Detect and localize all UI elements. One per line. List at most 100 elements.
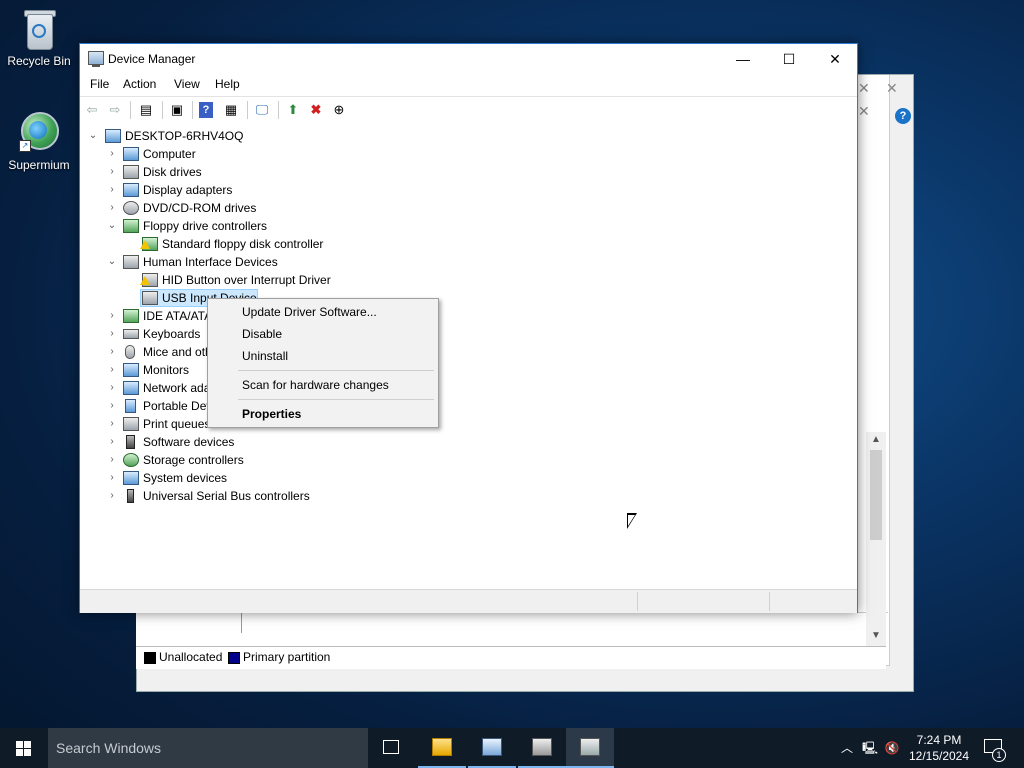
chevron-right-icon[interactable]: › [107,415,117,433]
context-menu-scan-for-hardware-changes[interactable]: Scan for hardware changes [242,378,389,392]
chevron-right-icon[interactable]: › [107,163,117,181]
context-menu-disable[interactable]: Disable [242,327,282,341]
display-adapter-icon [123,183,139,197]
menu-file[interactable]: File [90,77,109,91]
chevron-up-icon[interactable]: ︿ [838,728,856,768]
background-close-icon-inner[interactable]: ✕ [858,103,870,120]
storage-controller-icon [123,453,139,467]
portable-device-icon [125,399,136,413]
context-menu-properties[interactable]: Properties [242,407,301,421]
volume-muted-icon[interactable]: 🔇 [882,728,902,768]
windows-logo-icon [16,741,32,756]
background-close-icon-secondary[interactable]: ✕ [886,80,898,97]
help-icon[interactable]: ? [199,102,213,118]
task-view-icon [383,740,399,754]
scroll-up-icon[interactable]: ▲ [871,434,881,445]
optical-drive-icon [123,201,139,215]
disk-management-icon [532,738,552,756]
action-pane-icon[interactable]: ▦ [222,101,240,119]
scan-hardware-changes-icon[interactable]: 🖵 [253,101,271,119]
show-hide-console-tree-icon[interactable]: ▤ [137,101,155,119]
search-box[interactable]: Search Windows [48,728,368,768]
chevron-right-icon[interactable]: › [107,379,117,397]
clock[interactable]: 7:24 PM 12/15/2024 [900,732,978,764]
chevron-down-icon[interactable]: ⌄ [107,217,117,235]
toolbar: ⇦ ⇨ ▤ ▣ ? ▦ 🖵 ⬆ ✖ ⊕ [80,96,857,124]
ide-controller-icon [123,309,139,323]
menu-separator [238,399,434,400]
monitor-icon [123,363,139,377]
menu-help[interactable]: Help [215,77,240,91]
help-icon[interactable]: ? [895,108,911,124]
chevron-right-icon[interactable]: › [107,145,117,163]
chevron-right-icon[interactable]: › [107,325,117,343]
close-button[interactable]: ✕ [812,44,858,74]
chevron-down-icon[interactable]: ⌄ [88,127,98,145]
tree-root-label: DESKTOP-6RHV4OQ [125,129,244,143]
chevron-down-icon[interactable]: ⌄ [107,253,117,271]
hid-icon [142,291,158,305]
chevron-right-icon[interactable]: › [107,469,117,487]
forward-arrow-icon[interactable]: ⇨ [106,101,124,119]
chevron-right-icon[interactable]: › [107,451,117,469]
chevron-right-icon[interactable]: › [107,397,117,415]
hid-icon [123,255,139,269]
uninstall-device-icon[interactable]: ✖ [307,101,325,119]
taskbar-device-manager[interactable] [566,728,614,768]
chevron-right-icon[interactable]: › [107,433,117,451]
scroll-down-icon[interactable]: ▼ [871,630,881,641]
disk-drive-icon [123,165,139,179]
recycle-bin-icon [19,8,59,50]
task-view-button[interactable] [368,728,416,768]
file-explorer-icon [432,738,452,756]
chevron-right-icon[interactable]: › [107,181,117,199]
scrollbar-thumb[interactable] [870,450,882,540]
taskbar-disk-management[interactable] [518,728,566,768]
menu-action[interactable]: Action [123,77,156,91]
disable-device-icon[interactable]: ⊕ [330,101,348,119]
warning-icon [140,240,150,249]
context-menu-update-driver-software[interactable]: Update Driver Software... [242,305,377,319]
disk-map-scrollbar[interactable]: ▲ ▼ [866,432,886,646]
tree-item-label: Universal Serial Bus controllers [143,489,310,503]
minimize-button[interactable]: — [720,44,766,74]
desktop-icon-supermium[interactable]: ↗ Supermium [4,112,74,172]
tree-item-label: DVD/CD-ROM drives [143,201,257,215]
context-menu: Update Driver Software... Disable Uninst… [207,298,439,428]
update-driver-icon[interactable]: ⬆ [284,101,302,119]
menu-view[interactable]: View [174,77,200,91]
tree-item-label: Print queues [143,417,211,431]
desktop-icon-label: Supermium [8,158,70,172]
software-device-icon [126,435,135,449]
desktop-icon-recycle-bin[interactable]: Recycle Bin [4,8,74,68]
chevron-right-icon[interactable]: › [107,361,117,379]
clock-time: 7:24 PM [916,733,962,747]
properties-icon[interactable]: ▣ [168,101,186,119]
unallocated-swatch [144,652,156,664]
disk-map-row [136,612,888,647]
start-button[interactable] [0,728,48,768]
title-bar[interactable]: Device Manager — ☐ ✕ [80,44,857,74]
chevron-right-icon[interactable]: › [107,199,117,217]
device-manager-app-icon [88,51,104,67]
primary-partition-swatch [228,652,240,664]
background-close-icon[interactable]: ✕ [858,80,870,97]
network-icon[interactable]: 🖳 [860,728,880,768]
back-arrow-icon[interactable]: ⇦ [83,101,101,119]
context-menu-uninstall[interactable]: Uninstall [242,349,288,363]
chevron-right-icon[interactable]: › [107,487,117,505]
printer-icon [123,417,139,431]
status-bar [80,589,857,613]
tree-item-label: Disk drives [143,165,202,179]
chevron-right-icon[interactable]: › [107,307,117,325]
partition-legend: Unallocated Primary partition [136,646,886,669]
device-manager-icon [580,738,600,756]
maximize-button[interactable]: ☐ [766,44,812,74]
legend-primary-partition-label: Primary partition [243,650,331,664]
taskbar-control-panel[interactable] [468,728,516,768]
chevron-right-icon[interactable]: › [107,343,117,361]
taskbar-file-explorer[interactable] [418,728,466,768]
menu-bar: File Action View Help [80,74,857,96]
device-manager-window[interactable]: Device Manager — ☐ ✕ File Action View He… [79,43,858,613]
keyboard-icon [123,329,139,339]
